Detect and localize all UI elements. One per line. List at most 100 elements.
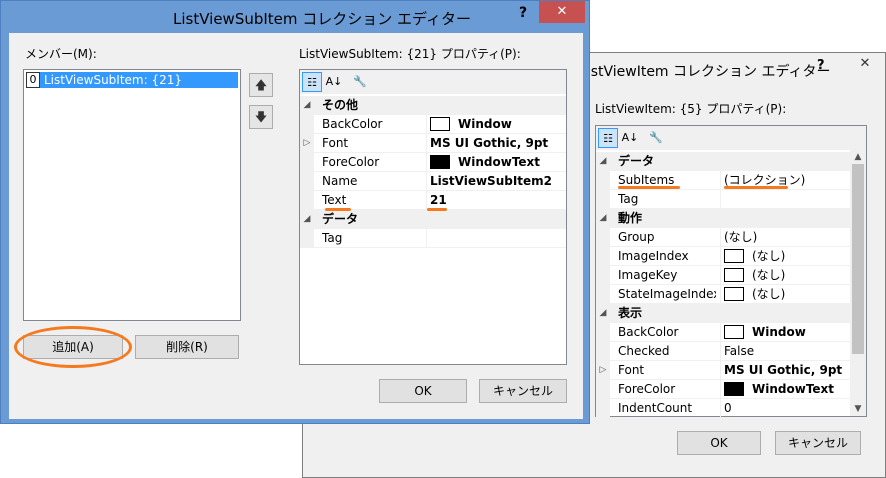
column-divider[interactable] — [720, 323, 721, 342]
column-divider[interactable] — [426, 153, 427, 172]
property-value[interactable]: 0 — [724, 399, 732, 418]
category-row[interactable]: ◢ 表示 — [596, 304, 866, 323]
scroll-down-icon[interactable]: ▼ — [850, 402, 866, 416]
property-value[interactable]: MS UI Gothic, 9pt — [724, 361, 842, 380]
property-row[interactable]: Tag — [596, 190, 866, 209]
column-divider[interactable] — [720, 190, 721, 209]
property-row[interactable]: BackColor Window — [300, 115, 566, 134]
category-row[interactable]: ◢ 動作 — [596, 209, 866, 228]
column-divider[interactable] — [720, 247, 721, 266]
property-value[interactable]: False — [724, 342, 754, 361]
property-value[interactable]: (なし) — [724, 228, 757, 247]
properties-label: ListViewItem: {5} プロパティ(P): — [595, 102, 787, 116]
property-row[interactable]: ▷ Font MS UI Gothic, 9pt — [596, 361, 866, 380]
property-grid[interactable]: ☷ A↓ 🔧 ◢ データ SubItems (コレクション) Tag ◢ 動作 Group (な… — [595, 125, 867, 418]
property-name: BackColor — [618, 325, 679, 339]
row-gutter — [596, 285, 610, 304]
ok-button[interactable]: OK — [677, 431, 761, 455]
property-row[interactable]: ▷ Font MS UI Gothic, 9pt — [300, 134, 566, 153]
expand-icon[interactable]: ▷ — [596, 361, 610, 380]
column-divider[interactable] — [426, 134, 427, 153]
close-button[interactable]: ✕ — [843, 53, 886, 75]
category-row[interactable]: ◢ データ — [596, 152, 866, 171]
category-row[interactable]: ◢ その他 — [300, 96, 566, 115]
column-divider[interactable] — [426, 229, 427, 248]
expand-icon[interactable]: ▷ — [300, 134, 314, 153]
category-row[interactable]: ◢ データ — [300, 210, 566, 229]
property-value[interactable]: WindowText — [458, 153, 540, 172]
wrench-icon[interactable]: 🔧 — [350, 72, 370, 92]
column-divider[interactable] — [720, 171, 721, 190]
property-name: ImageIndex — [618, 249, 689, 263]
alphabetical-sort-icon[interactable]: A↓ — [324, 72, 344, 92]
property-value[interactable]: (なし) — [752, 285, 785, 304]
window-title: ListViewSubItem コレクション エディター — [173, 10, 471, 28]
row-gutter — [300, 153, 314, 172]
property-row[interactable]: StateImageIndex (なし) — [596, 285, 866, 304]
property-row[interactable]: Checked False — [596, 342, 866, 361]
property-row[interactable]: IndentCount 0 — [596, 399, 866, 418]
property-name: ForeColor — [618, 382, 676, 396]
property-value[interactable]: (なし) — [752, 266, 785, 285]
wrench-icon[interactable]: 🔧 — [646, 128, 666, 148]
property-row[interactable]: Group (なし) — [596, 228, 866, 247]
scroll-up-icon[interactable]: ▲ — [850, 150, 866, 164]
property-row[interactable]: ForeColor WindowText — [596, 380, 866, 399]
members-listbox[interactable]: 0 ListViewSubItem: {21} — [23, 69, 241, 321]
column-divider[interactable] — [720, 228, 721, 247]
help-button[interactable]: ? — [817, 58, 825, 73]
help-button[interactable]: ? — [519, 5, 527, 21]
collapse-icon[interactable]: ◢ — [596, 152, 610, 171]
property-row[interactable]: Tag — [300, 229, 566, 248]
color-swatch — [724, 325, 744, 339]
column-divider[interactable] — [720, 399, 721, 418]
categorized-icon[interactable]: ☷ — [598, 128, 618, 148]
ok-button[interactable]: OK — [379, 379, 467, 403]
column-divider[interactable] — [720, 380, 721, 399]
cancel-button[interactable]: キャンセル — [775, 431, 861, 455]
column-divider[interactable] — [720, 285, 721, 304]
property-name: Name — [322, 174, 358, 188]
column-divider[interactable] — [426, 191, 427, 210]
close-button[interactable]: ✕ — [539, 1, 585, 23]
column-divider[interactable] — [426, 172, 427, 191]
column-divider[interactable] — [720, 342, 721, 361]
column-divider[interactable] — [720, 266, 721, 285]
collapse-icon[interactable]: ◢ — [596, 209, 610, 228]
property-value[interactable]: WindowText — [752, 380, 834, 399]
move-up-icon[interactable]: 🡅 — [249, 73, 273, 97]
member-index: 0 — [26, 72, 40, 88]
property-value[interactable]: Window — [752, 323, 806, 342]
cancel-button[interactable]: キャンセル — [479, 379, 567, 403]
collapse-icon[interactable]: ◢ — [596, 304, 610, 323]
property-value[interactable]: ListViewSubItem2 — [430, 172, 552, 191]
property-name: Tag — [618, 192, 639, 206]
categorized-icon[interactable]: ☷ — [302, 72, 322, 92]
row-gutter — [596, 323, 610, 342]
row-gutter — [596, 399, 610, 418]
property-name: Font — [322, 136, 349, 150]
title-bar[interactable]: ListViewSubItem コレクション エディター ? ✕ — [1, 1, 589, 33]
move-down-icon[interactable]: 🡇 — [249, 105, 273, 129]
remove-button[interactable]: 削除(R) — [135, 335, 239, 359]
category-name: データ — [322, 212, 359, 226]
column-divider[interactable] — [720, 361, 721, 380]
property-row[interactable]: ImageIndex (なし) — [596, 247, 866, 266]
property-row[interactable]: ForeColor WindowText — [300, 153, 566, 172]
property-row[interactable]: BackColor Window — [596, 323, 866, 342]
property-row[interactable]: Name ListViewSubItem2 — [300, 172, 566, 191]
column-divider[interactable] — [426, 115, 427, 134]
alphabetical-sort-icon[interactable]: A↓ — [620, 128, 640, 148]
vertical-scrollbar[interactable]: ▲ ▼ — [850, 150, 866, 416]
member-list-item[interactable]: 0 ListViewSubItem: {21} — [26, 72, 238, 88]
property-grid[interactable]: ☷ A↓ 🔧 ◢ その他 BackColor Window ▷ Font MS UI Got… — [299, 69, 567, 365]
collapse-icon[interactable]: ◢ — [300, 210, 314, 229]
property-value[interactable]: Window — [458, 115, 512, 134]
collapse-icon[interactable]: ◢ — [300, 96, 314, 115]
property-value[interactable]: (なし) — [752, 247, 785, 266]
scroll-thumb[interactable] — [852, 164, 864, 354]
property-row[interactable]: ImageKey (なし) — [596, 266, 866, 285]
row-gutter — [300, 172, 314, 191]
members-label: メンバー(M): — [25, 47, 97, 61]
property-value[interactable]: MS UI Gothic, 9pt — [430, 134, 548, 153]
